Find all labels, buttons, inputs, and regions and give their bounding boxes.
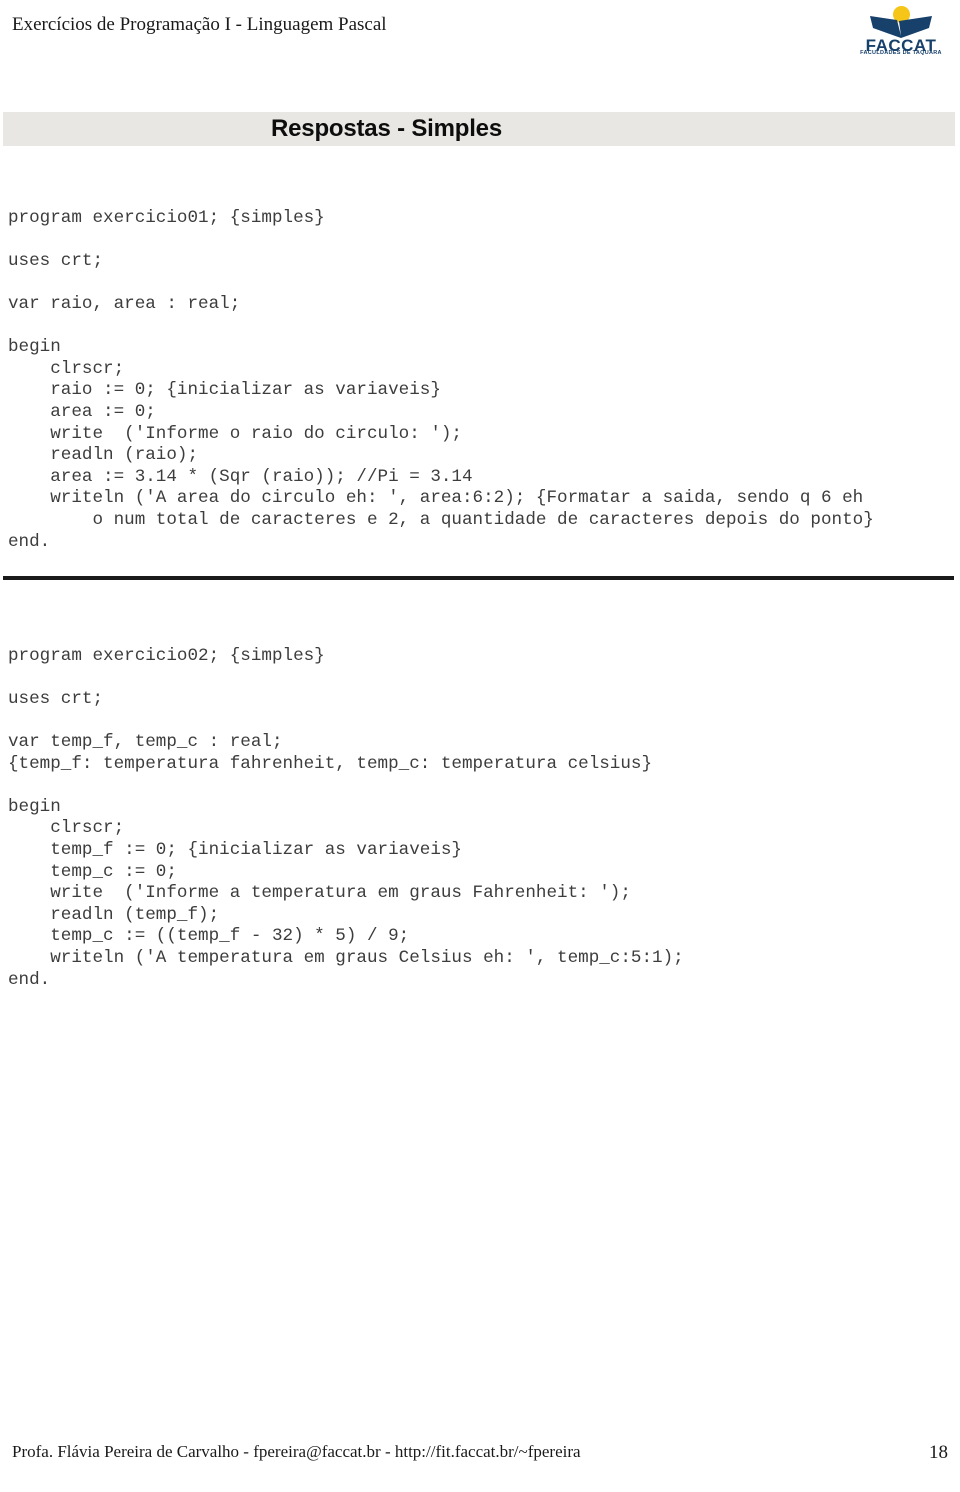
code-line: var raio, area : real; <box>8 293 241 314</box>
code-line: begin <box>8 796 61 817</box>
page-number: 18 <box>929 1442 948 1463</box>
code-line: program exercicio02; {simples} <box>8 645 325 666</box>
code-line: end. <box>8 531 51 552</box>
code-line: raio := 0; {inicializar as variaveis} <box>8 380 441 401</box>
page-header: Exercícios de Programação I - Linguagem … <box>0 0 960 70</box>
code-block-exercicio01: program exercicio01; {simples} uses crt;… <box>8 208 874 554</box>
section-title-band: Respostas - Simples <box>3 112 955 146</box>
code-line: program exercicio01; {simples} <box>8 207 325 228</box>
open-book-icon <box>869 15 933 38</box>
code-line: readln (raio); <box>8 445 199 466</box>
code-line: writeln ('A temperatura em graus Celsius… <box>8 947 684 968</box>
code-line: write ('Informe a temperatura em graus F… <box>8 883 631 904</box>
code-line: temp_c := ((temp_f - 32) * 5) / 9; <box>8 926 410 947</box>
code-line: area := 3.14 * (Sqr (raio)); //Pi = 3.14 <box>8 466 473 487</box>
faccat-logo: FACCAT FACULDADES DE TAQUARA <box>855 6 947 58</box>
header-title: Exercícios de Programação I - Linguagem … <box>12 14 387 35</box>
code-line: temp_f := 0; {inicializar as variaveis} <box>8 839 462 860</box>
code-line: area := 0; <box>8 401 156 422</box>
code-line: readln (temp_f); <box>8 904 220 925</box>
section-divider <box>3 576 954 580</box>
code-line: begin <box>8 337 61 358</box>
code-line: var temp_f, temp_c : real; <box>8 731 283 752</box>
code-line: clrscr; <box>8 818 125 839</box>
footer-credit: Profa. Flávia Pereira de Carvalho - fper… <box>12 1442 581 1461</box>
code-line: uses crt; <box>8 250 104 271</box>
code-line: temp_c := 0; <box>8 861 177 882</box>
code-line: o num total de caracteres e 2, a quantid… <box>8 509 874 530</box>
code-line: uses crt; <box>8 688 104 709</box>
page-title: Respostas - Simples <box>271 115 502 142</box>
code-line: clrscr; <box>8 358 125 379</box>
code-line: writeln ('A area do circulo eh: ', area:… <box>8 488 864 509</box>
logo-subtitle: FACULDADES DE TAQUARA <box>860 50 942 56</box>
code-line: write ('Informe o raio do circulo: '); <box>8 423 462 444</box>
code-line: end. <box>8 969 51 990</box>
page-footer: Profa. Flávia Pereira de Carvalho - fper… <box>0 1442 960 1472</box>
code-block-exercicio02: program exercicio02; {simples} uses crt;… <box>8 646 684 992</box>
code-line: {temp_f: temperatura fahrenheit, temp_c:… <box>8 753 653 774</box>
